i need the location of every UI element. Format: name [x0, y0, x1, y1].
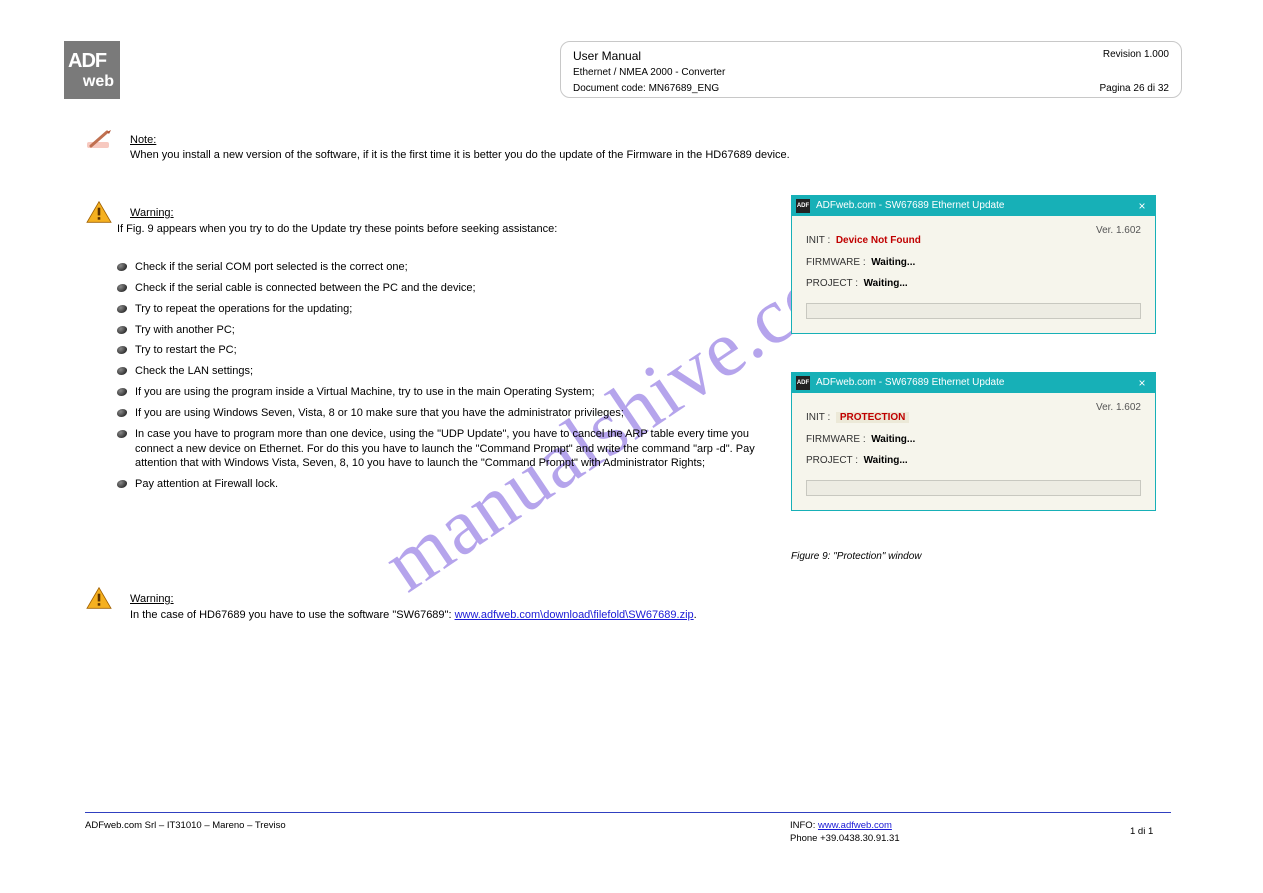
- list-item: Check if the serial cable is connected b…: [117, 281, 757, 296]
- progress-bar: [806, 480, 1141, 496]
- dialog-version: Ver. 1.602: [1096, 401, 1141, 415]
- project-label: PROJECT :: [806, 278, 858, 289]
- init-row: INIT : Device Not Found: [806, 234, 1141, 248]
- footer-page-count: 1 di 1: [1130, 826, 1153, 839]
- list-item: In case you have to program more than on…: [117, 427, 757, 472]
- document-header-box: User Manual Revision 1.000 Ethernet / NM…: [560, 41, 1182, 98]
- figure-caption: Figure 9: "Protection" window: [791, 550, 922, 564]
- list-item: Check the LAN settings;: [117, 364, 757, 379]
- warning-2-text: In the case of HD67689 you have to use t…: [130, 608, 697, 623]
- list-item: If you are using Windows Seven, Vista, 8…: [117, 406, 757, 421]
- doc-page: Pagina 26 di 32: [1099, 82, 1169, 96]
- firmware-status: Waiting...: [871, 257, 915, 268]
- footer-info-label: INFO:: [790, 820, 815, 831]
- firmware-status: Waiting...: [871, 434, 915, 445]
- footer-divider: [85, 812, 1171, 813]
- troubleshoot-list: Check if the serial COM port selected is…: [117, 260, 757, 498]
- note-icon: [83, 128, 115, 152]
- init-label: INIT :: [806, 235, 830, 246]
- footer-left-1: ADFweb.com Srl – IT31010 – Mareno – Trev…: [85, 820, 286, 833]
- progress-bar: [806, 303, 1141, 319]
- list-item: Pay attention at Firewall lock.: [117, 477, 757, 492]
- close-icon[interactable]: ×: [1133, 375, 1151, 391]
- project-label: PROJECT :: [806, 455, 858, 466]
- brand-logo: ADF web: [64, 41, 120, 99]
- close-icon[interactable]: ×: [1133, 198, 1151, 214]
- list-item: Try to repeat the operations for the upd…: [117, 302, 757, 317]
- dialog-titlebar: ADF ADFweb.com - SW67689 Ethernet Update…: [792, 373, 1155, 393]
- warning-2-text-before: In the case of HD67689 you have to use t…: [130, 609, 455, 621]
- warning-label-2: Warning:: [130, 592, 174, 607]
- dialog-title: ADFweb.com - SW67689 Ethernet Update: [816, 376, 1133, 390]
- dialog-title: ADFweb.com - SW67689 Ethernet Update: [816, 199, 1133, 213]
- warning-icon: [83, 586, 115, 610]
- init-row: INIT : PROTECTION: [806, 411, 1141, 425]
- footer-left-2: INFO: www.adfweb.com: [790, 820, 892, 833]
- doc-code: Document code: MN67689_ENG: [573, 82, 719, 96]
- ethernet-update-dialog-2: ADF ADFweb.com - SW67689 Ethernet Update…: [791, 372, 1156, 511]
- app-icon: ADF: [796, 199, 810, 213]
- app-icon: ADF: [796, 376, 810, 390]
- dialog-titlebar: ADF ADFweb.com - SW67689 Ethernet Update…: [792, 196, 1155, 216]
- list-item: Try to restart the PC;: [117, 343, 757, 358]
- footer-website-link[interactable]: www.adfweb.com: [818, 820, 892, 831]
- dialog-version: Ver. 1.602: [1096, 224, 1141, 238]
- init-label: INIT :: [806, 412, 830, 423]
- warning-label-1: Warning:: [130, 206, 174, 221]
- project-status: Waiting...: [864, 455, 908, 466]
- logo-line2: web: [68, 71, 120, 93]
- firmware-label: FIRMWARE :: [806, 257, 866, 268]
- footer-phone: Phone +39.0438.30.91.31: [790, 833, 900, 846]
- doc-revision: Revision 1.000: [1103, 48, 1169, 64]
- init-status: PROTECTION: [836, 412, 910, 423]
- ethernet-update-dialog-1: ADF ADFweb.com - SW67689 Ethernet Update…: [791, 195, 1156, 334]
- firmware-row: FIRMWARE : Waiting...: [806, 433, 1141, 447]
- project-row: PROJECT : Waiting...: [806, 277, 1141, 291]
- warning-icon: [83, 200, 115, 224]
- list-item: Try with another PC;: [117, 323, 757, 338]
- list-item: If you are using the program inside a Vi…: [117, 385, 757, 400]
- init-status: Device Not Found: [836, 235, 921, 246]
- doc-product: Ethernet / NMEA 2000 - Converter: [573, 66, 1169, 80]
- note-label: Note:: [130, 133, 156, 148]
- warning-1-intro: If Fig. 9 appears when you try to do the…: [117, 222, 557, 237]
- firmware-label: FIRMWARE :: [806, 434, 866, 445]
- download-link[interactable]: www.adfweb.com\download\filefold\SW67689…: [455, 609, 694, 621]
- doc-title: User Manual: [573, 48, 641, 64]
- note-text: When you install a new version of the so…: [130, 148, 790, 163]
- project-status: Waiting...: [864, 278, 908, 289]
- project-row: PROJECT : Waiting...: [806, 454, 1141, 468]
- firmware-row: FIRMWARE : Waiting...: [806, 256, 1141, 270]
- list-item: Check if the serial COM port selected is…: [117, 260, 757, 275]
